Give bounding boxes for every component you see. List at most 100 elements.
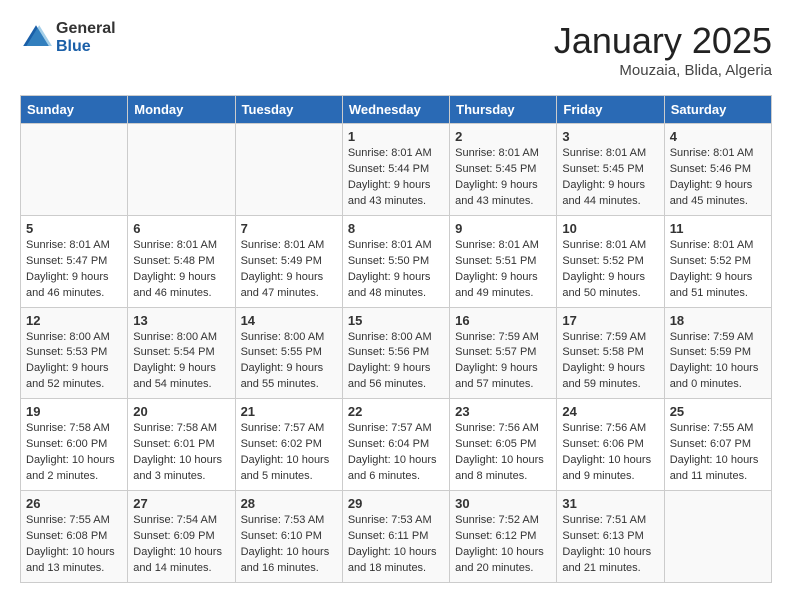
- cell-content: Sunrise: 8:01 AM Sunset: 5:44 PM Dayligh…: [348, 146, 444, 210]
- cell-content: Sunrise: 7:53 AM Sunset: 6:10 PM Dayligh…: [241, 513, 337, 577]
- cell-content: Sunrise: 7:57 AM Sunset: 6:04 PM Dayligh…: [348, 421, 444, 485]
- day-number: 1: [348, 129, 444, 144]
- cell-content: Sunrise: 8:01 AM Sunset: 5:50 PM Dayligh…: [348, 238, 444, 302]
- day-number: 24: [562, 404, 658, 419]
- calendar-cell: 5 Sunrise: 8:01 AM Sunset: 5:47 PM Daylig…: [21, 215, 128, 307]
- cell-content: Sunrise: 7:56 AM Sunset: 6:05 PM Dayligh…: [455, 421, 551, 485]
- day-number: 31: [562, 496, 658, 511]
- cell-content: Sunrise: 7:58 AM Sunset: 6:00 PM Dayligh…: [26, 421, 122, 485]
- day-number: 9: [455, 221, 551, 236]
- calendar-header-row: SundayMondayTuesdayWednesdayThursdayFrid…: [21, 96, 772, 124]
- calendar-week-3: 12 Sunrise: 8:00 AM Sunset: 5:53 PM Dayli…: [21, 307, 772, 399]
- day-number: 17: [562, 313, 658, 328]
- cell-content: Sunrise: 7:53 AM Sunset: 6:11 PM Dayligh…: [348, 513, 444, 577]
- day-number: 22: [348, 404, 444, 419]
- day-number: 6: [133, 221, 229, 236]
- calendar-cell: 25 Sunrise: 7:55 AM Sunset: 6:07 PM Dayli…: [664, 399, 771, 491]
- day-number: 2: [455, 129, 551, 144]
- day-number: 23: [455, 404, 551, 419]
- cell-content: Sunrise: 8:00 AM Sunset: 5:56 PM Dayligh…: [348, 330, 444, 394]
- calendar-cell: 26 Sunrise: 7:55 AM Sunset: 6:08 PM Dayli…: [21, 491, 128, 583]
- header-monday: Monday: [128, 96, 235, 124]
- calendar-cell: 9 Sunrise: 8:01 AM Sunset: 5:51 PM Daylig…: [450, 215, 557, 307]
- cell-content: Sunrise: 7:52 AM Sunset: 6:12 PM Dayligh…: [455, 513, 551, 577]
- calendar-cell: 16Sunrise: 7:59 AM Sunset: 5:57 PM Dayli…: [450, 307, 557, 399]
- day-number: 3: [562, 129, 658, 144]
- day-number: 18: [670, 313, 766, 328]
- cell-content: Sunrise: 7:57 AM Sunset: 6:02 PM Dayligh…: [241, 421, 337, 485]
- calendar-cell: 27 Sunrise: 7:54 AM Sunset: 6:09 PM Dayli…: [128, 491, 235, 583]
- cell-content: Sunrise: 7:54 AM Sunset: 6:09 PM Dayligh…: [133, 513, 229, 577]
- cell-content: Sunrise: 8:01 AM Sunset: 5:51 PM Dayligh…: [455, 238, 551, 302]
- cell-content: Sunrise: 8:00 AM Sunset: 5:55 PM Dayligh…: [241, 330, 337, 394]
- day-number: 25: [670, 404, 766, 419]
- cell-content: Sunrise: 8:01 AM Sunset: 5:47 PM Dayligh…: [26, 238, 122, 302]
- cell-content: Sunrise: 8:00 AM Sunset: 5:53 PM Dayligh…: [26, 330, 122, 394]
- calendar-cell: 28Sunrise: 7:53 AM Sunset: 6:10 PM Dayli…: [235, 491, 342, 583]
- day-number: 13: [133, 313, 229, 328]
- month-title: January 2025: [554, 20, 772, 62]
- day-number: 15: [348, 313, 444, 328]
- cell-content: Sunrise: 7:59 AM Sunset: 5:58 PM Dayligh…: [562, 330, 658, 394]
- day-number: 26: [26, 496, 122, 511]
- cell-content: Sunrise: 7:58 AM Sunset: 6:01 PM Dayligh…: [133, 421, 229, 485]
- calendar-cell: 11 Sunrise: 8:01 AM Sunset: 5:52 PM Dayli…: [664, 215, 771, 307]
- cell-content: Sunrise: 8:01 AM Sunset: 5:49 PM Dayligh…: [241, 238, 337, 302]
- calendar-cell: 23 Sunrise: 7:56 AM Sunset: 6:05 PM Dayli…: [450, 399, 557, 491]
- day-number: 8: [348, 221, 444, 236]
- title-block: January 2025 Mouzaia, Blida, Algeria: [554, 20, 772, 79]
- cell-content: Sunrise: 7:55 AM Sunset: 6:08 PM Dayligh…: [26, 513, 122, 577]
- day-number: 29: [348, 496, 444, 511]
- cell-content: Sunrise: 7:51 AM Sunset: 6:13 PM Dayligh…: [562, 513, 658, 577]
- logo: General Blue: [20, 20, 116, 55]
- day-number: 30: [455, 496, 551, 511]
- calendar-cell: [21, 124, 128, 216]
- day-number: 19: [26, 404, 122, 419]
- day-number: 7: [241, 221, 337, 236]
- header-saturday: Saturday: [664, 96, 771, 124]
- cell-content: Sunrise: 7:59 AM Sunset: 5:57 PM Dayligh…: [455, 330, 551, 394]
- page-header: General Blue January 2025 Mouzaia, Blida…: [20, 20, 772, 79]
- calendar-cell: 30 Sunrise: 7:52 AM Sunset: 6:12 PM Dayli…: [450, 491, 557, 583]
- calendar-cell: 15 Sunrise: 8:00 AM Sunset: 5:56 PM Dayli…: [342, 307, 449, 399]
- cell-content: Sunrise: 7:55 AM Sunset: 6:07 PM Dayligh…: [670, 421, 766, 485]
- logo-icon: [20, 22, 52, 54]
- calendar-cell: 17 Sunrise: 7:59 AM Sunset: 5:58 PM Dayli…: [557, 307, 664, 399]
- calendar-week-4: 19 Sunrise: 7:58 AM Sunset: 6:00 PM Dayli…: [21, 399, 772, 491]
- cell-content: Sunrise: 8:01 AM Sunset: 5:52 PM Dayligh…: [670, 238, 766, 302]
- day-number: 27: [133, 496, 229, 511]
- calendar-cell: 20Sunrise: 7:58 AM Sunset: 6:01 PM Dayli…: [128, 399, 235, 491]
- calendar-cell: [235, 124, 342, 216]
- calendar-week-1: 1 Sunrise: 8:01 AM Sunset: 5:44 PM Daylig…: [21, 124, 772, 216]
- calendar-cell: 31 Sunrise: 7:51 AM Sunset: 6:13 PM Dayli…: [557, 491, 664, 583]
- logo-text: General Blue: [56, 20, 116, 55]
- day-number: 5: [26, 221, 122, 236]
- calendar-cell: 19 Sunrise: 7:58 AM Sunset: 6:00 PM Dayli…: [21, 399, 128, 491]
- calendar-week-5: 26 Sunrise: 7:55 AM Sunset: 6:08 PM Dayli…: [21, 491, 772, 583]
- calendar-cell: [128, 124, 235, 216]
- location: Mouzaia, Blida, Algeria: [554, 62, 772, 79]
- day-number: 14: [241, 313, 337, 328]
- day-number: 4: [670, 129, 766, 144]
- cell-content: Sunrise: 8:01 AM Sunset: 5:45 PM Dayligh…: [455, 146, 551, 210]
- day-number: 11: [670, 221, 766, 236]
- header-wednesday: Wednesday: [342, 96, 449, 124]
- cell-content: Sunrise: 8:01 AM Sunset: 5:52 PM Dayligh…: [562, 238, 658, 302]
- day-number: 10: [562, 221, 658, 236]
- calendar-cell: 8 Sunrise: 8:01 AM Sunset: 5:50 PM Daylig…: [342, 215, 449, 307]
- calendar-cell: 6Sunrise: 8:01 AM Sunset: 5:48 PM Daylig…: [128, 215, 235, 307]
- calendar-table: SundayMondayTuesdayWednesdayThursdayFrid…: [20, 95, 772, 583]
- logo-blue-text: Blue: [56, 38, 116, 56]
- calendar-cell: [664, 491, 771, 583]
- calendar-cell: 22 Sunrise: 7:57 AM Sunset: 6:04 PM Dayli…: [342, 399, 449, 491]
- cell-content: Sunrise: 8:01 AM Sunset: 5:46 PM Dayligh…: [670, 146, 766, 210]
- day-number: 21: [241, 404, 337, 419]
- calendar-cell: 29 Sunrise: 7:53 AM Sunset: 6:11 PM Dayli…: [342, 491, 449, 583]
- calendar-cell: 21 Sunrise: 7:57 AM Sunset: 6:02 PM Dayli…: [235, 399, 342, 491]
- cell-content: Sunrise: 7:56 AM Sunset: 6:06 PM Dayligh…: [562, 421, 658, 485]
- calendar-cell: 4 Sunrise: 8:01 AM Sunset: 5:46 PM Daylig…: [664, 124, 771, 216]
- cell-content: Sunrise: 7:59 AM Sunset: 5:59 PM Dayligh…: [670, 330, 766, 394]
- day-number: 12: [26, 313, 122, 328]
- calendar-cell: 14 Sunrise: 8:00 AM Sunset: 5:55 PM Dayli…: [235, 307, 342, 399]
- logo-general-text: General: [56, 20, 116, 38]
